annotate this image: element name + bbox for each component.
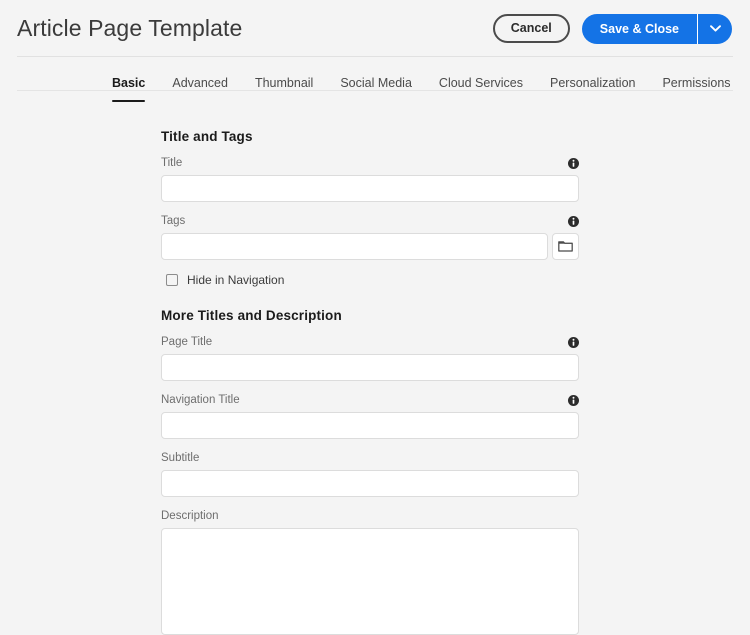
field-header: Title bbox=[161, 155, 579, 171]
form-body: Title and Tags Title Tags Hide in Naviga… bbox=[0, 109, 750, 635]
description-textarea[interactable] bbox=[161, 528, 579, 635]
field-subtitle: Subtitle bbox=[161, 450, 579, 497]
info-icon[interactable] bbox=[568, 336, 579, 348]
page-title: Article Page Template bbox=[17, 15, 243, 41]
tags-input-group bbox=[161, 233, 579, 260]
save-options-dropdown-button[interactable] bbox=[697, 13, 732, 44]
section-heading-more-titles-and-description: More Titles and Description bbox=[161, 308, 342, 323]
tags-input[interactable] bbox=[161, 233, 548, 260]
field-header: Tags bbox=[161, 213, 579, 229]
field-header: Navigation Title bbox=[161, 392, 579, 408]
chevron-down-icon bbox=[709, 25, 721, 32]
field-label-subtitle: Subtitle bbox=[161, 452, 200, 464]
tab-bar: Basic Advanced Thumbnail Social Media Cl… bbox=[0, 57, 750, 109]
info-icon[interactable] bbox=[568, 157, 579, 169]
info-icon[interactable] bbox=[568, 394, 579, 406]
header-actions: Cancel Save & Close bbox=[492, 13, 732, 44]
tab-personalization[interactable]: Personalization bbox=[550, 57, 635, 96]
page-header: Article Page Template Cancel Save & Clos… bbox=[0, 0, 750, 57]
navigation-title-input[interactable] bbox=[161, 412, 579, 439]
field-header: Subtitle bbox=[161, 450, 579, 466]
field-label-navigation-title: Navigation Title bbox=[161, 394, 240, 406]
field-header: Page Title bbox=[161, 334, 579, 350]
title-input[interactable] bbox=[161, 175, 579, 202]
tab-advanced[interactable]: Advanced bbox=[172, 57, 228, 96]
tags-browse-button[interactable] bbox=[552, 233, 579, 260]
info-icon[interactable] bbox=[568, 215, 579, 227]
subtitle-input[interactable] bbox=[161, 470, 579, 497]
field-header: Description bbox=[161, 508, 579, 524]
field-label-description: Description bbox=[161, 510, 219, 522]
field-description: Description bbox=[161, 508, 579, 635]
field-page-title: Page Title bbox=[161, 334, 579, 381]
tab-permissions[interactable]: Permissions bbox=[662, 57, 730, 96]
section-heading-title-and-tags: Title and Tags bbox=[161, 129, 253, 144]
tab-cloud-services[interactable]: Cloud Services bbox=[439, 57, 523, 96]
save-and-close-button[interactable]: Save & Close bbox=[581, 13, 697, 44]
folder-icon bbox=[558, 241, 573, 252]
field-title: Title bbox=[161, 155, 579, 202]
page-title-input[interactable] bbox=[161, 354, 579, 381]
tab-social-media[interactable]: Social Media bbox=[340, 57, 412, 96]
field-label-title: Title bbox=[161, 157, 183, 169]
hide-in-navigation-label: Hide in Navigation bbox=[187, 273, 285, 287]
field-label-page-title: Page Title bbox=[161, 336, 213, 348]
hide-in-navigation-checkbox-row[interactable]: Hide in Navigation bbox=[166, 274, 750, 286]
tab-basic[interactable]: Basic bbox=[112, 57, 146, 102]
field-label-tags: Tags bbox=[161, 215, 186, 227]
field-tags: Tags bbox=[161, 213, 579, 260]
field-navigation-title: Navigation Title bbox=[161, 392, 579, 439]
cancel-button[interactable]: Cancel bbox=[492, 14, 570, 43]
tab-thumbnail[interactable]: Thumbnail bbox=[255, 57, 313, 96]
hide-in-navigation-checkbox[interactable] bbox=[166, 274, 178, 286]
save-split-button: Save & Close bbox=[581, 13, 732, 44]
